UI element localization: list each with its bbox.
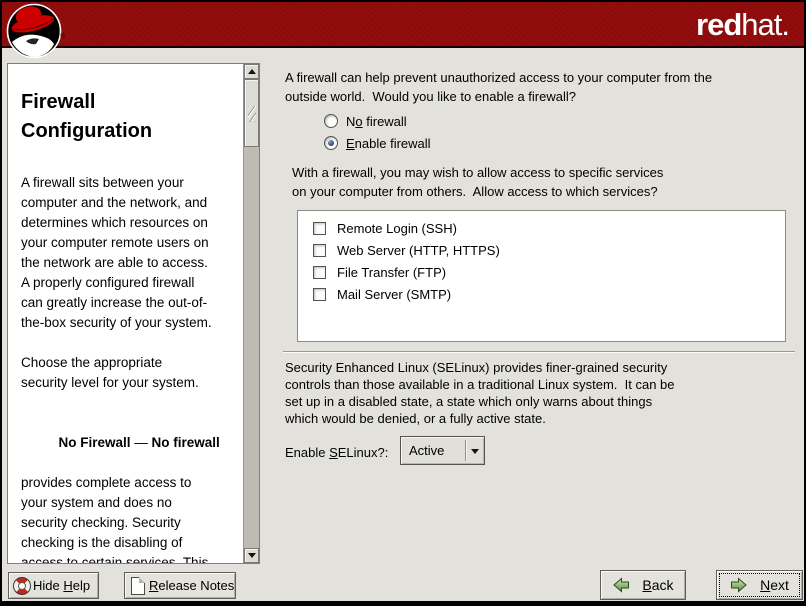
enable-firewall-label: Enable firewall	[346, 136, 431, 151]
no-firewall-option[interactable]: No firewall	[324, 113, 407, 129]
installer-window: redhat. ® Firewall Configuration A firew…	[0, 0, 806, 606]
selinux-dropdown-label: Enable SELinux?:	[285, 445, 388, 460]
service-row-ssh[interactable]: Remote Login (SSH)	[313, 217, 785, 239]
selinux-description: Security Enhanced Linux (SELinux) provid…	[285, 359, 675, 427]
back-label: Back	[642, 577, 673, 593]
redhat-shadowman-icon	[6, 3, 62, 59]
enable-firewall-option[interactable]: Enable firewall	[324, 135, 431, 151]
web-label: Web Server (HTTP, HTTPS)	[337, 243, 500, 258]
release-notes-label: Release Notes	[149, 578, 234, 593]
help-paragraph: Choose the appropriate security level fo…	[21, 353, 239, 393]
no-firewall-term: No firewall	[152, 435, 220, 450]
ftp-checkbox[interactable]	[313, 266, 326, 279]
service-row-ftp[interactable]: File Transfer (FTP)	[313, 261, 785, 283]
help-paragraph: No Firewall — No firewall provides compl…	[21, 413, 239, 563]
next-button[interactable]: Next	[716, 570, 803, 600]
ssh-checkbox[interactable]	[313, 222, 326, 235]
enable-firewall-radio[interactable]	[324, 136, 338, 150]
no-firewall-radio[interactable]	[324, 114, 338, 128]
dash-separator: —	[131, 435, 152, 450]
scroll-up-button[interactable]	[244, 64, 259, 79]
header-banner: redhat.	[2, 2, 804, 48]
firewall-intro-text: A firewall can help prevent unauthorized…	[285, 68, 712, 106]
document-icon	[131, 577, 145, 595]
service-row-web[interactable]: Web Server (HTTP, HTTPS)	[313, 239, 785, 261]
scrollbar-thumb[interactable]	[244, 79, 259, 147]
selinux-selected-value: Active	[401, 443, 465, 458]
no-firewall-label: No firewall	[346, 114, 407, 129]
help-panel: Firewall Configuration A firewall sits b…	[7, 63, 260, 564]
no-firewall-term: No Firewall	[59, 435, 131, 450]
release-notes-button[interactable]: Release Notes	[124, 572, 236, 599]
ftp-label: File Transfer (FTP)	[337, 265, 446, 280]
ssh-label: Remote Login (SSH)	[337, 221, 457, 236]
redhat-logotype: redhat.	[696, 9, 789, 40]
brand-light-text: hat.	[741, 7, 789, 42]
help-title: Configuration	[21, 117, 239, 146]
services-list: Remote Login (SSH) Web Server (HTTP, HTT…	[297, 210, 786, 342]
help-title: Firewall	[21, 88, 239, 117]
scroll-down-button[interactable]	[244, 548, 259, 563]
section-separator	[283, 351, 795, 353]
chevron-down-icon	[466, 444, 484, 458]
smtp-checkbox[interactable]	[313, 288, 326, 301]
help-paragraph: A firewall sits between your computer an…	[21, 173, 239, 333]
hide-help-label: Hide Help	[33, 578, 90, 593]
services-intro-text: With a firewall, you may wish to allow a…	[292, 163, 663, 201]
green-arrow-right-icon	[730, 577, 748, 593]
next-label: Next	[760, 577, 789, 593]
web-checkbox[interactable]	[313, 244, 326, 257]
arrow-down-icon	[248, 553, 256, 562]
brand-bold-text: red	[696, 7, 741, 42]
selinux-dropdown[interactable]: Active	[400, 436, 485, 465]
back-button[interactable]: Back	[600, 570, 686, 600]
help-scrollbar[interactable]	[243, 64, 259, 563]
smtp-label: Mail Server (SMTP)	[337, 287, 451, 302]
arrow-up-icon	[248, 65, 256, 74]
hide-help-button[interactable]: Hide Help	[8, 572, 99, 599]
service-row-smtp[interactable]: Mail Server (SMTP)	[313, 283, 785, 305]
help-text: Firewall Configuration A firewall sits b…	[8, 64, 243, 563]
registered-trademark: ®	[60, 33, 65, 40]
green-arrow-left-icon	[612, 577, 630, 593]
life-preserver-icon	[13, 577, 31, 595]
